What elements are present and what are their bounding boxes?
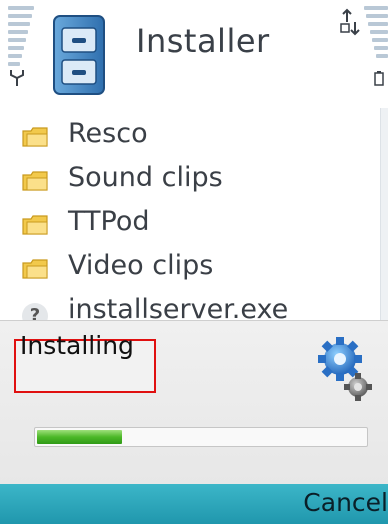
list-item-label: Video clips (68, 250, 214, 281)
unknown-file-icon: ? (22, 303, 48, 320)
battery-level-icon (362, 6, 388, 86)
list-item[interactable]: Resco (22, 114, 362, 158)
packet-data-icon (340, 8, 360, 36)
gears-icon (318, 337, 372, 401)
folder-icon (22, 215, 48, 235)
status-header: Installer (0, 0, 388, 108)
list-item-label: Resco (68, 118, 148, 149)
progress-fill (37, 430, 122, 444)
page-title: Installer (136, 22, 270, 60)
antenna-icon (10, 70, 24, 86)
folder-icon (22, 259, 48, 279)
list-item-label: Sound clips (68, 162, 223, 193)
list-item-label: TTPod (68, 206, 150, 237)
scrollbar[interactable] (380, 108, 388, 320)
cancel-button[interactable]: Cancel (303, 488, 388, 517)
progress-dialog: Installing (0, 320, 388, 485)
list-item[interactable]: ? installserver.exe (22, 290, 362, 320)
status-label: Installing (20, 331, 134, 360)
battery-icon (374, 71, 384, 86)
file-list[interactable]: Resco Sound clips TTPod Video clips ? in… (0, 108, 388, 320)
softkey-bar: Cancel (0, 484, 388, 524)
folder-icon (22, 171, 48, 191)
list-item[interactable]: TTPod (22, 202, 362, 246)
list-item[interactable]: Sound clips (22, 158, 362, 202)
folder-icon (22, 127, 48, 147)
file-cabinet-icon (53, 15, 105, 95)
install-progress-bar (34, 427, 368, 447)
list-item[interactable]: Video clips (22, 246, 362, 290)
list-item-label: installserver.exe (68, 294, 289, 320)
